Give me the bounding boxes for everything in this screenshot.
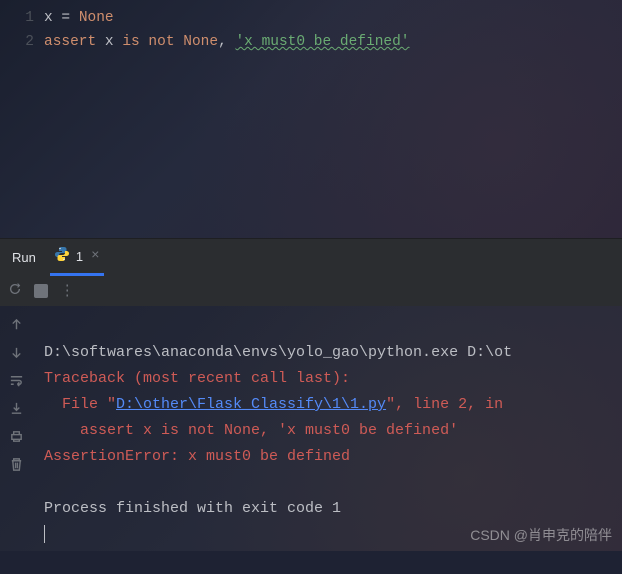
code-line: assert x is not None, 'x must0 be define… [44,30,622,54]
console-file-link[interactable]: D:\other\Flask_Classify\1\1.py [116,396,386,413]
watermark: CSDN @肖申克的陪伴 [470,525,612,545]
code-line: x = None [44,6,622,30]
close-tab-icon[interactable]: × [91,248,99,264]
run-panel-header: Run 1 × [0,238,622,276]
console-file-prefix: File " [44,396,116,413]
python-file-icon [54,246,70,267]
run-toolbar: ⋮ [0,276,622,306]
console-side-toolbar [0,306,32,551]
panel-title[interactable]: Run [12,250,36,265]
stop-button[interactable] [34,284,48,298]
line-gutter: 1 2 [0,0,44,238]
console-traceback: Traceback (most recent call last): [44,370,350,387]
tab-label: 1 [76,249,83,264]
line-number: 2 [0,30,44,54]
console-exit-line: Process finished with exit code 1 [44,500,341,517]
console-output[interactable]: D:\softwares\anaconda\envs\yolo_gao\pyth… [32,306,622,551]
scroll-to-end-icon[interactable] [8,400,24,416]
more-actions-button[interactable]: ⋮ [60,283,77,300]
console-line: D:\softwares\anaconda\envs\yolo_gao\pyth… [44,344,512,361]
run-tab[interactable]: 1 × [50,239,104,276]
cursor [44,525,45,543]
scroll-up-icon[interactable] [8,316,24,332]
soft-wrap-icon[interactable] [8,372,24,388]
code-area[interactable]: x = None assert x is not None, 'x must0 … [44,0,622,238]
rerun-button[interactable] [8,282,22,301]
console-error-line: AssertionError: x must0 be defined [44,448,350,465]
code-editor[interactable]: 1 2 x = None assert x is not None, 'x mu… [0,0,622,238]
console-file-suffix: ", line 2, in [386,396,512,413]
console-panel: D:\softwares\anaconda\envs\yolo_gao\pyth… [0,306,622,551]
console-assert-line: assert x is not None, 'x must0 be define… [44,422,458,439]
print-icon[interactable] [8,428,24,444]
scroll-down-icon[interactable] [8,344,24,360]
line-number: 1 [0,6,44,30]
trash-icon[interactable] [8,456,24,472]
